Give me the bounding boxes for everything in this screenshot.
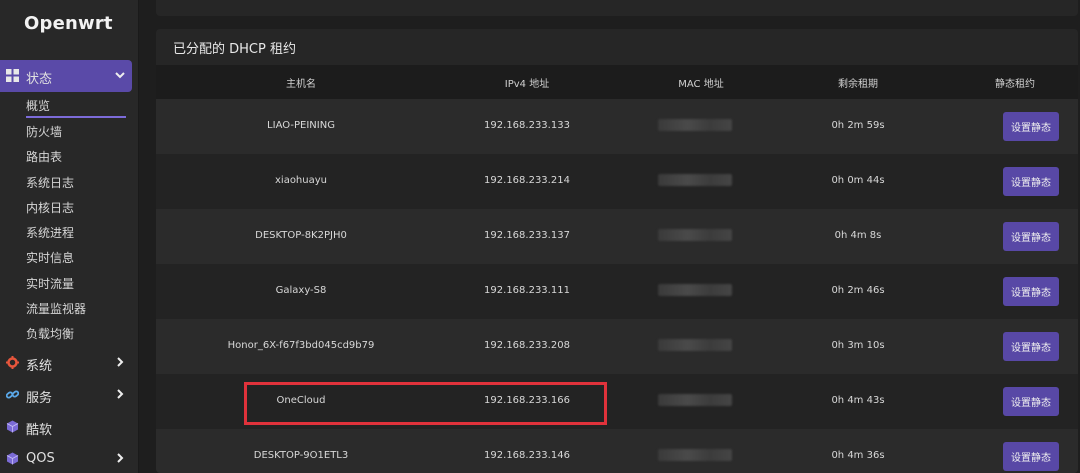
set-static-button[interactable]: 设置静态	[1003, 222, 1059, 251]
sidebar-item-realtime-info[interactable]: 实时信息	[26, 249, 74, 266]
table-row: LIAO-PEINING 192.168.233.133 0h 2m 59s 设…	[156, 99, 1078, 154]
chevron-right-icon	[117, 453, 124, 463]
table-row: Galaxy-S8 192.168.233.111 0h 2m 46s 设置静态	[156, 264, 1078, 319]
lease-cell: 0h 4m 43s	[831, 395, 885, 406]
menu-kusoft-label: 酷软	[26, 423, 53, 438]
menu-services-label: 服务	[26, 391, 53, 406]
dashboard-icon	[6, 69, 19, 82]
set-static-button[interactable]: 设置静态	[1003, 277, 1059, 306]
mac-cell-redacted	[658, 394, 732, 406]
sidebar-item-syslog[interactable]: 系统日志	[26, 174, 74, 191]
table-row: DESKTOP-8K2PJH0 192.168.233.137 0h 4m 8s…	[156, 209, 1078, 264]
chevron-right-icon	[117, 389, 124, 399]
col-mac: MAC 地址	[678, 79, 724, 90]
gear-icon	[6, 356, 19, 369]
previous-panel-edge	[156, 0, 1078, 16]
cube-icon	[6, 420, 19, 433]
menu-qos-label: QOS	[26, 451, 55, 466]
table-row: xiaohuayu 192.168.233.214 0h 0m 44s 设置静态	[156, 154, 1078, 209]
mac-cell-redacted	[658, 119, 732, 131]
menu-services[interactable]: 服务	[0, 379, 132, 411]
mac-cell-redacted	[658, 229, 732, 241]
panel-title: 已分配的 DHCP 租约	[173, 42, 296, 57]
chevron-right-icon	[117, 357, 124, 367]
sidebar-item-overview[interactable]: 概览	[26, 97, 126, 118]
set-static-button[interactable]: 设置静态	[1003, 332, 1059, 361]
table-row: Honor_6X-f67f3bd045cd9b79 192.168.233.20…	[156, 319, 1078, 374]
mac-cell-redacted	[658, 284, 732, 296]
hostname-cell: Galaxy-S8	[275, 285, 327, 296]
ipv4-cell: 192.168.233.133	[484, 120, 570, 131]
col-lease: 剩余租期	[838, 79, 878, 90]
dhcp-leases-panel: 已分配的 DHCP 租约 主机名 IPv4 地址 MAC 地址 剩余租期 静态租…	[156, 29, 1078, 473]
mac-cell-redacted	[658, 174, 732, 186]
lease-cell: 0h 4m 8s	[834, 230, 882, 241]
set-static-button[interactable]: 设置静态	[1003, 387, 1059, 416]
lease-cell: 0h 0m 44s	[831, 175, 885, 186]
hostname-cell: LIAO-PEINING	[267, 120, 335, 131]
set-static-button[interactable]: 设置静态	[1003, 112, 1059, 141]
lease-cell: 0h 2m 46s	[831, 285, 885, 296]
sidebar-item-realtime-traffic[interactable]: 实时流量	[26, 275, 74, 292]
sidebar-item-load-balance[interactable]: 负载均衡	[26, 325, 74, 342]
app-logo: Openwrt	[24, 13, 113, 34]
sidebar: Openwrt 状态 概览 防火墙 路由表 系统日志 内核日志 系统进程 实时信…	[0, 0, 139, 473]
hostname-cell: DESKTOP-8K2PJH0	[255, 230, 347, 241]
table-row: OneCloud 192.168.233.166 0h 4m 43s 设置静态	[156, 374, 1078, 429]
menu-system[interactable]: 系统	[0, 347, 132, 379]
hostname-cell: Honor_6X-f67f3bd045cd9b79	[227, 340, 375, 351]
ipv4-cell: 192.168.233.111	[484, 285, 570, 296]
mac-cell-redacted	[658, 339, 732, 351]
link-icon	[6, 390, 19, 399]
menu-status-label: 状态	[26, 72, 53, 87]
ipv4-cell: 192.168.233.214	[484, 175, 570, 186]
sidebar-item-traffic-monitor[interactable]: 流量监视器	[26, 300, 86, 317]
ipv4-cell: 192.168.233.166	[484, 395, 570, 406]
lease-cell: 0h 3m 10s	[831, 340, 885, 351]
hostname-cell: xiaohuayu	[274, 175, 328, 186]
sidebar-item-routes[interactable]: 路由表	[26, 148, 62, 165]
sidebar-item-firewall[interactable]: 防火墙	[26, 123, 62, 140]
hostname-cell: DESKTOP-9O1ETL3	[253, 450, 349, 461]
menu-status[interactable]: 状态	[0, 60, 132, 92]
sidebar-item-processes[interactable]: 系统进程	[26, 224, 74, 241]
table-row: DESKTOP-9O1ETL3 192.168.233.146 0h 4m 36…	[156, 429, 1078, 473]
mac-cell-redacted	[658, 449, 732, 461]
menu-system-label: 系统	[26, 359, 53, 374]
col-static: 静态租约	[995, 79, 1035, 90]
hostname-cell: OneCloud	[276, 395, 326, 406]
set-static-button[interactable]: 设置静态	[1003, 442, 1059, 471]
menu-qos[interactable]: QOS	[0, 443, 132, 473]
lease-cell: 0h 2m 59s	[831, 120, 885, 131]
col-ipv4: IPv4 地址	[504, 79, 550, 90]
ipv4-cell: 192.168.233.208	[484, 340, 570, 351]
ipv4-cell: 192.168.233.146	[484, 450, 570, 461]
chevron-down-icon	[115, 72, 125, 79]
ipv4-cell: 192.168.233.137	[484, 230, 570, 241]
col-hostname: 主机名	[286, 79, 316, 90]
lease-cell: 0h 4m 36s	[831, 450, 885, 461]
set-static-button[interactable]: 设置静态	[1003, 167, 1059, 196]
menu-kusoft[interactable]: 酷软	[0, 411, 132, 443]
cube-icon	[6, 452, 19, 465]
table-header: 主机名 IPv4 地址 MAC 地址 剩余租期 静态租约	[156, 65, 1078, 99]
sidebar-item-kernel-log[interactable]: 内核日志	[26, 199, 74, 216]
